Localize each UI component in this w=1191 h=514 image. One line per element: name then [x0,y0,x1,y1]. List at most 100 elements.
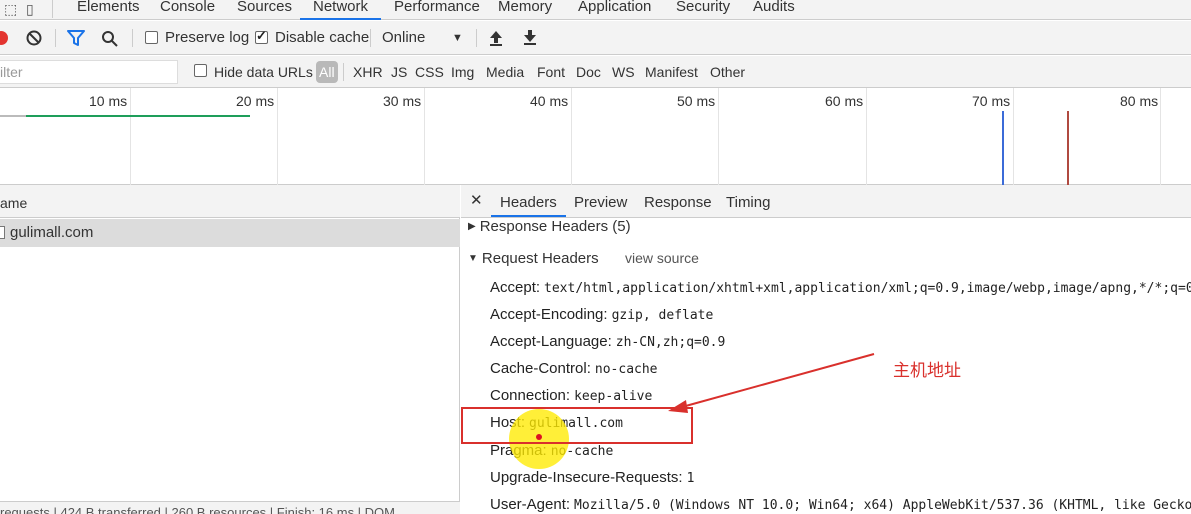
header-value: gzip, deflate [611,308,714,323]
record-button[interactable] [0,31,8,45]
load-event-marker [1067,111,1069,185]
view-source-link[interactable]: view source [625,250,699,266]
name-column-header[interactable]: ame [0,185,460,218]
tab-sources[interactable]: Sources [237,0,292,20]
header-row: Upgrade-Insecure-Requests: 1 [490,469,694,486]
tab-timing[interactable]: Timing [726,185,770,217]
filter-divider [343,63,344,81]
document-icon [0,226,5,239]
filter-type-ws[interactable]: WS [612,56,635,88]
timeline-gridline [1013,88,1014,185]
toolbar-divider [132,29,133,47]
highlight-box [461,407,693,444]
disable-cache-label: Disable cache [275,29,370,46]
filter-type-all[interactable]: All [316,61,338,83]
network-toolbar: Preserve log Disable cache Online ▼ [0,21,1191,55]
header-row: Accept-Encoding: gzip, deflate [490,306,713,323]
search-icon[interactable] [101,30,118,47]
tab-performance[interactable]: Performance [394,0,480,20]
inspect-element-icon[interactable]: ⬚ [4,1,17,18]
header-key: Upgrade-Insecure-Requests: [490,469,683,486]
timeline-tick: 20 ms [236,93,275,109]
request-name: gulimall.com [10,224,94,241]
tab-console[interactable]: Console [160,0,215,20]
timeline-gridline [571,88,572,185]
device-toolbar-icon[interactable]: ▯ [26,1,34,18]
toolbar-divider [55,29,56,47]
request-headers-section[interactable]: ▼ Request Headers [468,250,599,267]
timeline-tick: 50 ms [677,93,716,109]
tab-memory[interactable]: Memory [498,0,552,20]
disable-cache-checkbox[interactable] [255,28,268,44]
filter-type-doc[interactable]: Doc [576,56,601,88]
filter-type-img[interactable]: Img [451,56,474,88]
filter-type-xhr[interactable]: XHR [353,56,383,88]
filter-bar: ilter Hide data URLs All XHR JS CSS Img … [0,56,1191,88]
timeline-tick: 70 ms [972,93,1011,109]
response-headers-section[interactable]: ▶ Response Headers (5) [468,218,631,235]
toolbar-divider [370,29,371,47]
preserve-log-checkbox[interactable] [145,31,158,44]
timeline-gridline [130,88,131,185]
timeline-gridline [1160,88,1161,185]
waiting-bar [26,115,250,117]
tab-response[interactable]: Response [644,185,712,217]
filter-type-css[interactable]: CSS [415,56,444,88]
header-key: Accept: [490,279,541,296]
request-headers-title: Request Headers [481,250,599,267]
details-tab-bar: ✕ Headers Preview Response Timing [461,185,1191,218]
tab-divider [52,0,53,18]
toolbar-divider [476,29,477,47]
chevron-down-icon[interactable]: ▼ [452,21,463,55]
hide-data-urls-label: Hide data URLs [214,64,313,80]
filter-type-js[interactable]: JS [391,56,407,88]
response-headers-title: Response Headers (5) [479,218,631,235]
table-row[interactable]: gulimall.com [0,219,460,247]
header-key: Accept-Language: [490,333,612,350]
dom-content-loaded-marker [1002,111,1004,185]
close-icon[interactable]: ✕ [470,191,483,209]
annotation-label: 主机地址 [893,361,961,381]
triangle-right-icon: ▶ [468,221,476,232]
request-list: ame gulimall.com requests | 424 B transf… [0,185,460,514]
tab-elements[interactable]: Elements [77,0,140,20]
filter-type-media[interactable]: Media [486,56,524,88]
tab-security[interactable]: Security [676,0,730,20]
clear-icon[interactable] [26,30,42,46]
preserve-log-label: Preserve log [165,29,250,46]
timeline-tick: 30 ms [383,93,422,109]
triangle-down-icon: ▼ [468,253,478,264]
header-row: Connection: keep-alive [490,387,652,404]
network-status-bar: requests | 424 B transferred | 260 B res… [0,501,460,514]
header-key: User-Agent: [490,496,571,513]
header-key: Cache-Control: [490,360,591,377]
timeline-tick: 60 ms [825,93,864,109]
header-value: Mozilla/5.0 (Windows NT 10.0; Win64; x64… [574,498,1191,513]
timeline-gridline [866,88,867,185]
header-key: Accept-Encoding: [490,306,608,323]
tab-preview[interactable]: Preview [574,185,627,217]
devtools-tab-bar: ⬚ ▯ Elements Console Sources Network Per… [0,0,1191,20]
hide-data-urls-checkbox[interactable] [194,64,207,77]
filter-input[interactable]: ilter [0,60,178,84]
export-har-icon[interactable] [522,29,538,46]
header-value: text/html,application/xhtml+xml,applicat… [544,281,1191,296]
filter-type-manifest[interactable]: Manifest [645,56,698,88]
filter-icon[interactable] [67,30,85,47]
timeline-gridline [424,88,425,185]
header-value: keep-alive [574,389,653,404]
timeline-overview[interactable]: 10 ms 20 ms 30 ms 40 ms 50 ms 60 ms 70 m… [0,88,1191,185]
import-har-icon[interactable] [488,30,504,47]
tab-headers[interactable]: Headers [491,185,566,217]
header-value: no-cache [594,362,658,377]
tab-application[interactable]: Application [578,0,651,20]
header-row: Accept: text/html,application/xhtml+xml,a… [490,279,1191,296]
tab-network[interactable]: Network [300,0,382,20]
filter-type-other[interactable]: Other [710,56,745,88]
header-row: User-Agent: Mozilla/5.0 (Windows NT 10.0;… [490,496,1191,513]
filter-type-font[interactable]: Font [537,56,565,88]
throttling-select[interactable]: Online [382,21,425,55]
tab-audits[interactable]: Audits [753,0,795,20]
timeline-gridline [277,88,278,185]
header-key: Connection: [490,387,571,404]
